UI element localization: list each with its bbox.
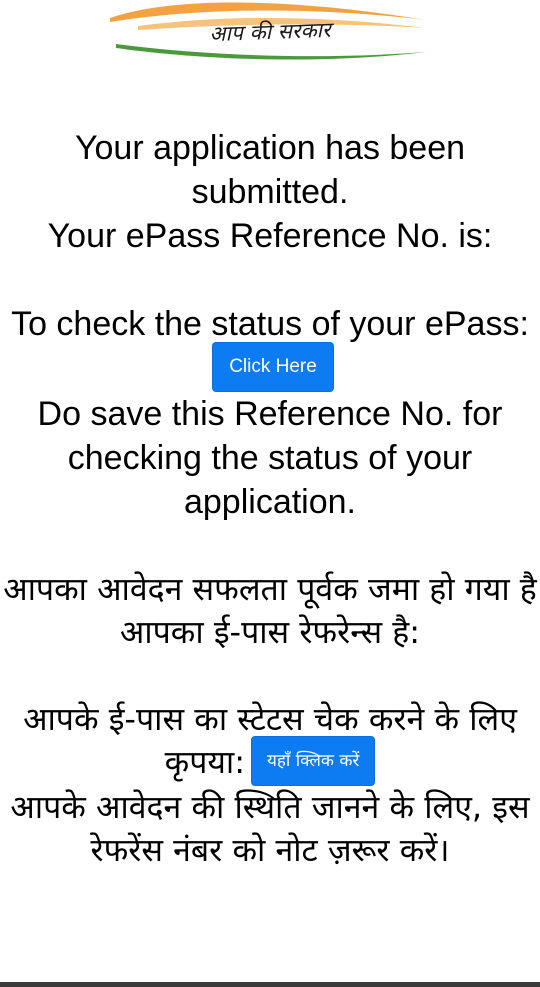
- status-prefix: To check the status of your ePass:: [11, 305, 529, 343]
- hindi-reference-label: आपका ई-पास रेफरेन्स है:: [119, 613, 421, 652]
- hindi-save-note-text: आपके आवेदन की स्थिति जानने के लिए, इस रे…: [10, 788, 530, 870]
- click-here-button[interactable]: Click Here: [212, 342, 334, 393]
- reference-number-value: [0, 258, 540, 302]
- hindi-submitted-text: आपका आवेदन सफलता पूर्वक जमा हो गया है: [3, 570, 537, 609]
- reference-label: Your ePass Reference No. is:: [47, 217, 493, 255]
- hindi-section: आपका आवेदन सफलता पूर्वक जमा हो गया है आप…: [0, 568, 540, 872]
- hindi-click-here-button[interactable]: यहाँ क्लिक करें: [251, 736, 376, 787]
- status-check-text: To check the status of your ePass:Click …: [0, 302, 540, 393]
- bottom-edge-bar: [0, 982, 540, 987]
- hindi-status-check-text: आपके ई-पास का स्टेटस चेक करने के लिए कृप…: [0, 698, 540, 787]
- confirmation-message: Your application has been submitted. You…: [0, 126, 540, 872]
- hindi-reference-number-value: [0, 654, 540, 698]
- submitted-text: Your application has been submitted.: [74, 129, 466, 211]
- aap-ki-sarkar-logo: आप की सरकार: [108, 0, 430, 64]
- save-note-text: Do save this Reference No. for checking …: [37, 395, 503, 522]
